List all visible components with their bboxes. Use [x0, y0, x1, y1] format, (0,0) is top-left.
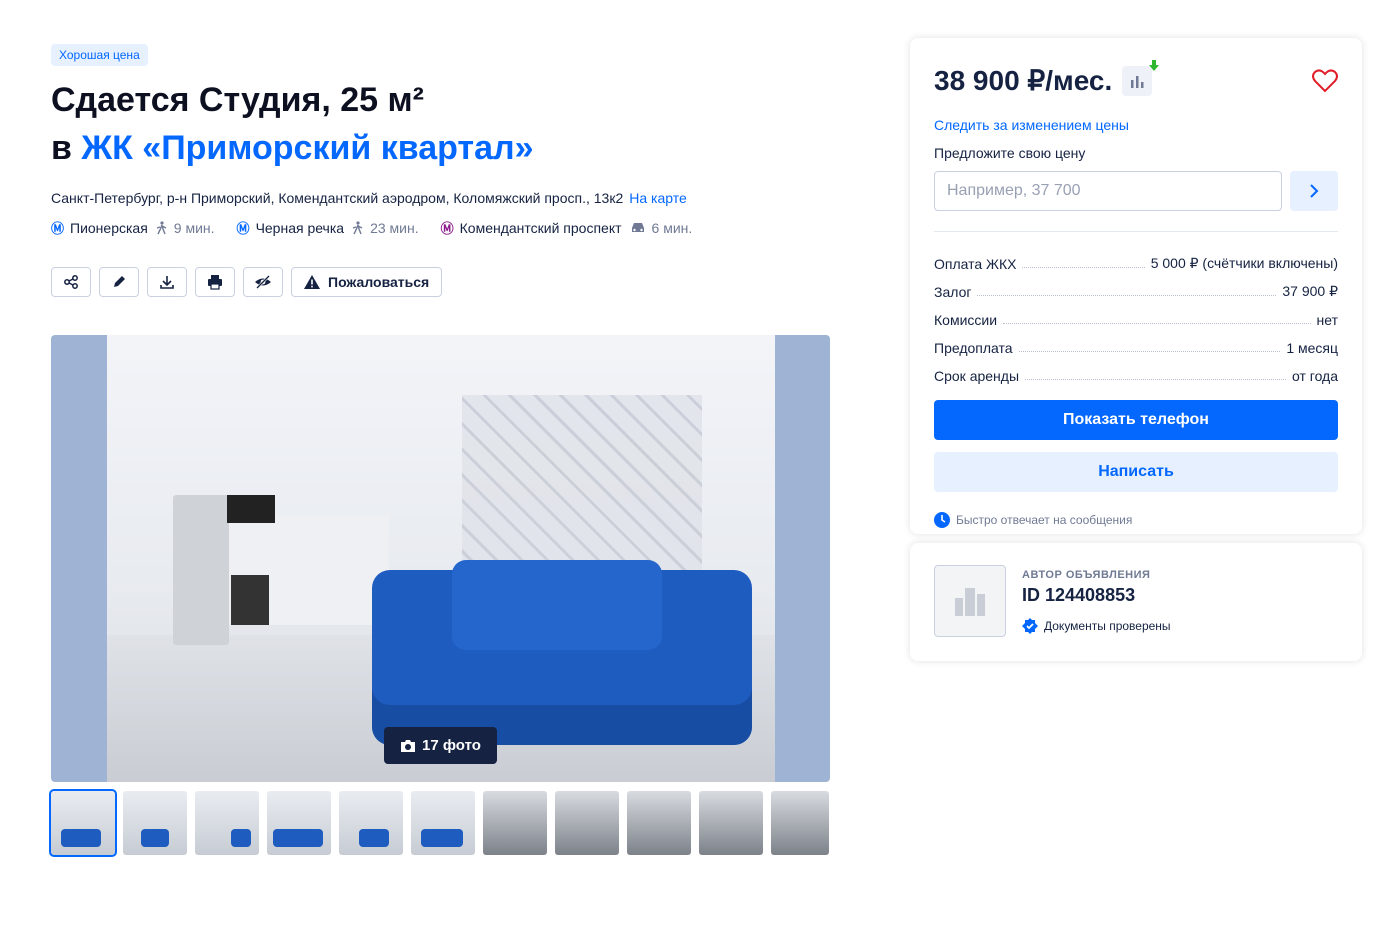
toolbar: Пожаловаться [51, 267, 831, 297]
thumbnail[interactable] [555, 791, 619, 855]
quick-reply-note: Быстро отвечает на сообщения [934, 512, 1338, 528]
walk-icon [156, 220, 167, 234]
photo-sofa [372, 560, 752, 745]
metro-name: Пионерская [70, 219, 148, 236]
car-icon [631, 222, 644, 232]
thumbnail-strip [49, 789, 829, 857]
edit-button[interactable] [99, 267, 139, 297]
complain-button[interactable]: Пожаловаться [291, 267, 443, 297]
listing-title: Сдается Студия, 25 м² в ЖК «Приморский к… [51, 76, 831, 172]
camera-icon [401, 739, 415, 752]
term-row: Комиссии нет [934, 312, 1338, 328]
photo-gallery[interactable]: 17 фото [51, 335, 830, 782]
write-button[interactable]: Написать [934, 452, 1338, 492]
metro-time: 23 мин. [352, 220, 419, 236]
thumbnail[interactable] [339, 791, 403, 855]
price-row: 38 900 ₽/мес. [934, 59, 1338, 97]
photo-hood [227, 495, 275, 523]
map-link[interactable]: На карте [629, 190, 687, 206]
complex-link[interactable]: ЖК «Приморский квартал» [81, 129, 533, 167]
thumbnail[interactable] [627, 791, 691, 855]
author-id[interactable]: ID 124408853 [1022, 585, 1171, 606]
metro-icon: Ⓜ [51, 221, 65, 236]
eye-off-icon [255, 275, 271, 289]
metro-icon: Ⓜ [236, 221, 250, 236]
thumbnail[interactable] [123, 791, 187, 855]
price-history-button[interactable] [1122, 59, 1160, 96]
thumbnail[interactable] [483, 791, 547, 855]
main-photo[interactable] [107, 335, 775, 782]
address: Санкт-Петербург, р-н Приморский, Коменда… [51, 190, 831, 206]
metro-icon: Ⓜ [440, 221, 454, 236]
printer-icon [208, 275, 222, 290]
thumbnail[interactable] [267, 791, 331, 855]
metro-name: Черная речка [255, 219, 345, 236]
price: 38 900 ₽/мес. [934, 65, 1113, 96]
share-button[interactable] [51, 267, 91, 297]
share-icon [64, 275, 78, 289]
metro-station[interactable]: Ⓜ Пионерская 9 мин. [51, 218, 215, 237]
photo-oven [231, 575, 269, 625]
chevron-right-icon [1310, 184, 1319, 198]
avatar[interactable] [934, 565, 1006, 637]
listing-header: Хорошая цена Сдается Студия, 25 м² в ЖК … [51, 44, 831, 297]
author-card: АВТОР ОБЪЯВЛЕНИЯ ID 124408853 Документы … [910, 543, 1362, 661]
price-card: 38 900 ₽/мес. Следить за изменением цены… [910, 38, 1362, 534]
metro-station[interactable]: Ⓜ Комендантский проспект 6 мин. [441, 218, 693, 237]
metro-name: Комендантский проспект [459, 219, 622, 236]
download-icon [160, 276, 174, 289]
thumbnail[interactable] [195, 791, 259, 855]
bar-chart-icon [1131, 75, 1144, 88]
term-row: Предоплата 1 месяц [934, 340, 1338, 356]
walk-icon [352, 220, 363, 234]
follow-price-link[interactable]: Следить за изменением цены [934, 117, 1338, 133]
hide-button[interactable] [243, 267, 283, 297]
terms-list: Оплата ЖКХ 5 000 ₽ (счётчики включены) За… [934, 231, 1338, 384]
offer-label: Предложите свою цену [934, 145, 1086, 161]
show-phone-button[interactable]: Показать телефон [934, 400, 1338, 440]
term-row: Срок аренды от года [934, 368, 1338, 384]
term-row: Оплата ЖКХ 5 000 ₽ (счётчики включены) [934, 255, 1338, 272]
thumbnail[interactable] [411, 791, 475, 855]
arrow-down-icon [1149, 59, 1160, 71]
building-icon [955, 588, 985, 616]
warning-icon [304, 275, 320, 289]
thumbnail[interactable] [699, 791, 763, 855]
address-text: Санкт-Петербург, р-н Приморский, Коменда… [51, 190, 624, 206]
thumbnail[interactable] [771, 791, 829, 855]
title-prefix: в [51, 129, 82, 167]
offer-form [934, 171, 1338, 211]
clock-icon [934, 512, 950, 528]
thumbnail[interactable] [49, 789, 117, 857]
print-button[interactable] [195, 267, 235, 297]
metro-station[interactable]: Ⓜ Черная речка 23 мин. [237, 218, 419, 237]
author-info: АВТОР ОБЪЯВЛЕНИЯ ID 124408853 Документы … [1022, 565, 1171, 639]
photo-fridge [173, 495, 229, 645]
title-line1: Сдается Студия, 25 м² [51, 81, 424, 119]
pencil-icon [114, 276, 125, 287]
term-row: Залог 37 900 ₽ [934, 283, 1338, 300]
photo-count-button[interactable]: 17 фото [384, 727, 497, 764]
verified-badge: Документы проверены [1022, 618, 1171, 634]
metro-time: 6 мин. [630, 220, 692, 236]
metro-time: 9 мин. [156, 220, 215, 236]
check-badge-icon [1022, 618, 1038, 634]
good-price-badge: Хорошая цена [51, 44, 148, 66]
metro-list: Ⓜ Пионерская 9 мин. Ⓜ Черная речка 23 ми… [51, 218, 831, 237]
heart-icon[interactable] [1312, 68, 1338, 93]
author-label: АВТОР ОБЪЯВЛЕНИЯ [1022, 569, 1151, 581]
offer-submit-button[interactable] [1290, 171, 1338, 211]
offer-input[interactable] [934, 171, 1282, 211]
download-button[interactable] [147, 267, 187, 297]
